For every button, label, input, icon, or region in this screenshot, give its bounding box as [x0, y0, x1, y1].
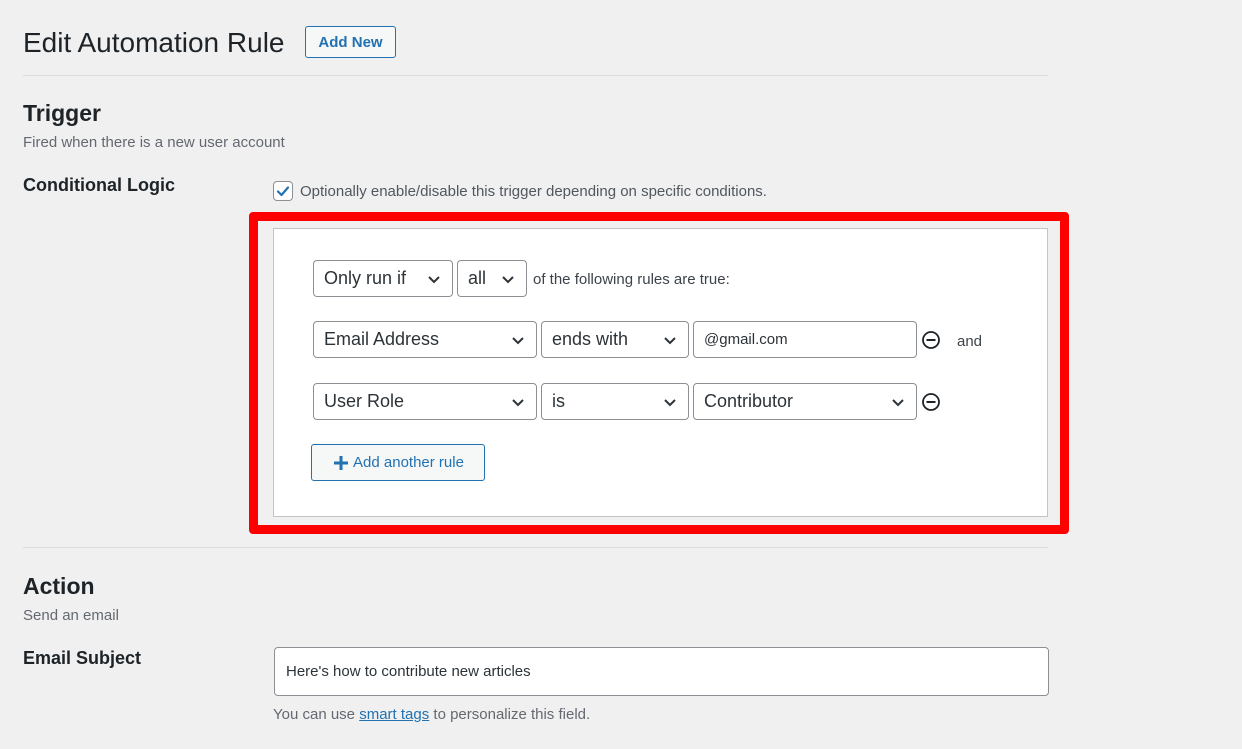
rule-value-select[interactable]: Contributor [693, 383, 917, 420]
minus-circle-icon[interactable] [921, 392, 941, 412]
rule-field-select[interactable]: User Role [313, 383, 537, 420]
add-rule-button[interactable]: Add another rule [311, 444, 485, 481]
match-type-value: all [468, 268, 487, 288]
rule-connector-text: and [957, 333, 983, 350]
rule-field-value: User Role [324, 391, 405, 411]
action-description: Send an email [23, 607, 119, 624]
divider [23, 547, 1048, 548]
page-title: Edit Automation Rule [23, 27, 285, 58]
chevron-down-icon [664, 399, 676, 407]
rule-operator-select[interactable]: is [541, 383, 689, 420]
run-condition-value: Only run if [324, 268, 407, 288]
rule-field-value: Email Address [324, 329, 440, 349]
conditional-logic-checkbox-label[interactable]: Optionally enable/disable this trigger d… [300, 183, 767, 200]
rule-value-value: Contributor [704, 391, 794, 411]
email-subject-input[interactable]: Here's how to contribute new articles [274, 647, 1049, 696]
chevron-down-icon [428, 276, 440, 284]
rule-value-input[interactable]: @gmail.com [693, 321, 917, 358]
plus-icon [334, 455, 349, 470]
add-new-button[interactable]: Add New [305, 26, 396, 58]
email-subject-label: Email Subject [23, 648, 142, 668]
chevron-down-icon [664, 337, 676, 345]
chevron-down-icon [892, 399, 904, 407]
divider [23, 75, 1048, 76]
help-suffix: to personalize this field. [433, 706, 591, 723]
email-subject-help: You can use smart tags to personalize th… [273, 706, 590, 723]
rule-operator-value: is [552, 391, 565, 411]
trigger-description: Fired when there is a new user account [23, 134, 285, 151]
chevron-down-icon [502, 276, 514, 284]
match-suffix-text: of the following rules are true: [533, 271, 730, 288]
rule-field-select[interactable]: Email Address [313, 321, 537, 358]
action-section-title: Action [23, 573, 95, 599]
minus-circle-icon[interactable] [921, 330, 941, 350]
match-type-select[interactable]: all [457, 260, 527, 297]
rule-operator-value: ends with [552, 329, 629, 349]
run-condition-select[interactable]: Only run if [313, 260, 453, 297]
chevron-down-icon [512, 337, 524, 345]
add-rule-label: Add another rule [353, 454, 464, 471]
help-prefix: You can use [273, 706, 356, 723]
conditional-logic-checkbox[interactable] [273, 181, 293, 201]
smart-tags-link[interactable]: smart tags [359, 706, 429, 723]
rule-operator-select[interactable]: ends with [541, 321, 689, 358]
checkmark-icon [276, 186, 290, 197]
trigger-section-title: Trigger [23, 100, 101, 126]
chevron-down-icon [512, 399, 524, 407]
conditional-logic-label: Conditional Logic [23, 175, 175, 195]
